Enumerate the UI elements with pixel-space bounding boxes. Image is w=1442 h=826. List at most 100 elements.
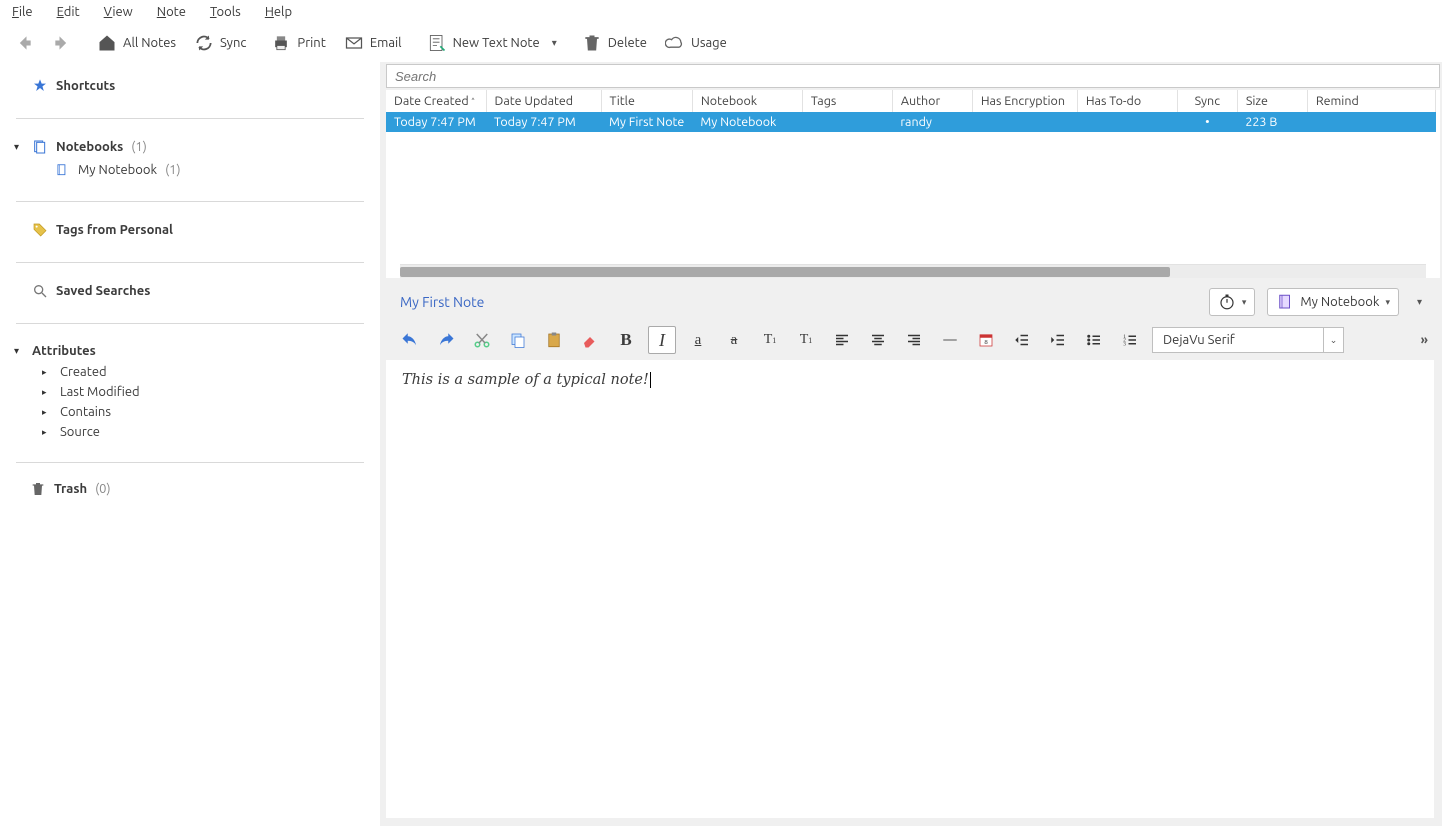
indent-decrease-button[interactable]: [1008, 326, 1036, 354]
new-text-note-button[interactable]: New Text Note ▾: [421, 30, 563, 56]
note-editor[interactable]: This is a sample of a typical note!: [386, 360, 1434, 818]
horizontal-scrollbar[interactable]: [400, 264, 1426, 278]
note-header-overflow[interactable]: ▾: [1411, 296, 1428, 308]
col-has-encryption[interactable]: Has Encryption: [972, 90, 1077, 112]
align-left-button[interactable]: [828, 326, 856, 354]
align-center-icon: [869, 331, 887, 349]
menu-tools[interactable]: Tools: [210, 5, 241, 19]
align-center-button[interactable]: [864, 326, 892, 354]
sidebar-tags-label: Tags from Personal: [56, 223, 173, 237]
cell-has-todo: [1077, 112, 1177, 132]
subscript-button[interactable]: T1: [792, 326, 820, 354]
menu-note[interactable]: Note: [157, 5, 186, 19]
col-has-todo[interactable]: Has To-do: [1077, 90, 1177, 112]
cell-author: randy: [892, 112, 972, 132]
editor-toolbar-overflow[interactable]: »: [1415, 333, 1432, 347]
col-sync[interactable]: Sync: [1177, 90, 1237, 112]
divider: [16, 323, 364, 324]
menu-view[interactable]: View: [104, 5, 133, 19]
sidebar-attributes[interactable]: ▾ Attributes: [14, 340, 360, 362]
sidebar-attr-created[interactable]: ▸ Created: [14, 362, 360, 382]
sidebar-attr-contains[interactable]: ▸ Contains: [14, 402, 360, 422]
nav-back-button[interactable]: [8, 30, 40, 56]
paste-button[interactable]: [540, 326, 568, 354]
email-label: Email: [370, 36, 402, 50]
align-right-icon: [905, 331, 923, 349]
erase-button[interactable]: [576, 326, 604, 354]
underline-button[interactable]: a: [684, 326, 712, 354]
menu-help[interactable]: Help: [265, 5, 292, 19]
sidebar-trash-label: Trash: [54, 482, 87, 496]
outdent-icon: [1013, 331, 1031, 349]
copy-button[interactable]: [504, 326, 532, 354]
sidebar-notebooks-count: (1): [131, 140, 147, 154]
note-title[interactable]: My First Note: [400, 294, 1197, 310]
superscript-button[interactable]: T1: [756, 326, 784, 354]
sidebar-attr-last-modified[interactable]: ▸ Last Modified: [14, 382, 360, 402]
home-icon: [97, 33, 117, 53]
indent-icon: [1049, 331, 1067, 349]
note-list: Date Created˄ Date Updated Title Noteboo…: [386, 90, 1440, 278]
search-box[interactable]: [386, 64, 1440, 88]
sidebar-tags-personal[interactable]: Tags from Personal: [14, 218, 360, 242]
chevron-down-icon[interactable]: ⌄: [1323, 328, 1343, 352]
nav-forward-button[interactable]: [46, 30, 78, 56]
sidebar-trash-count: (0): [95, 482, 111, 496]
col-date-updated[interactable]: Date Updated: [486, 90, 601, 112]
col-date-created[interactable]: Date Created˄: [386, 90, 486, 112]
insert-date-button[interactable]: 8: [972, 326, 1000, 354]
col-notebook[interactable]: Notebook: [692, 90, 802, 112]
sidebar-saved-searches-label: Saved Searches: [56, 284, 150, 298]
cell-notebook: My Notebook: [692, 112, 802, 132]
cut-button[interactable]: [468, 326, 496, 354]
col-reminder[interactable]: Remind: [1307, 90, 1435, 112]
notebook-selector[interactable]: My Notebook ▾: [1267, 288, 1399, 316]
editor-toolbar: B I a a T1 T1 8 123 DejaVu Serif ⌄ »: [386, 322, 1442, 360]
scissors-icon: [473, 331, 491, 349]
sidebar-attributes-label: Attributes: [32, 344, 96, 358]
reminder-button[interactable]: ▾: [1209, 288, 1256, 316]
cell-reminder: [1307, 112, 1435, 132]
sidebar-item-my-notebook[interactable]: My Notebook (1): [14, 159, 360, 181]
undo-button[interactable]: [396, 326, 424, 354]
col-author[interactable]: Author: [892, 90, 972, 112]
font-family-select[interactable]: DejaVu Serif ⌄: [1152, 327, 1344, 353]
menu-file[interactable]: File: [12, 5, 33, 19]
email-button[interactable]: Email: [338, 30, 408, 56]
sync-button[interactable]: Sync: [188, 30, 252, 56]
redo-icon: [437, 331, 455, 349]
sidebar-shortcuts[interactable]: Shortcuts: [14, 74, 360, 98]
new-text-note-label: New Text Note: [453, 36, 540, 50]
usage-button[interactable]: Usage: [659, 30, 733, 56]
scrollbar-thumb[interactable]: [400, 267, 1170, 277]
bullet-list-button[interactable]: [1080, 326, 1108, 354]
cell-has-encryption: [972, 112, 1077, 132]
menu-edit[interactable]: Edit: [57, 5, 80, 19]
delete-button[interactable]: Delete: [576, 30, 653, 56]
sidebar-attr-source[interactable]: ▸ Source: [14, 422, 360, 442]
italic-button[interactable]: I: [648, 326, 676, 354]
indent-increase-button[interactable]: [1044, 326, 1072, 354]
search-input[interactable]: [395, 69, 1431, 84]
col-size[interactable]: Size: [1237, 90, 1307, 112]
print-button[interactable]: Print: [265, 30, 331, 56]
redo-button[interactable]: [432, 326, 460, 354]
sidebar-saved-searches[interactable]: Saved Searches: [14, 279, 360, 303]
numbered-list-button[interactable]: 123: [1116, 326, 1144, 354]
sidebar-item-label: Created: [60, 365, 107, 379]
sidebar-notebooks[interactable]: ▾ Notebooks (1): [14, 135, 360, 159]
sidebar-trash[interactable]: Trash (0): [0, 473, 380, 505]
sidebar-item-label: Source: [60, 425, 100, 439]
bold-button[interactable]: B: [612, 326, 640, 354]
chevron-down-icon[interactable]: ▾: [552, 37, 557, 49]
col-title[interactable]: Title: [601, 90, 692, 112]
notebook-stack-icon: [32, 139, 48, 155]
align-right-button[interactable]: [900, 326, 928, 354]
col-tags[interactable]: Tags: [802, 90, 892, 112]
table-row[interactable]: Today 7:47 PM Today 7:47 PM My First Not…: [386, 112, 1436, 132]
sync-icon: [194, 33, 214, 53]
strikethrough-button[interactable]: a: [720, 326, 748, 354]
all-notes-button[interactable]: All Notes: [91, 30, 182, 56]
divider: [16, 262, 364, 263]
horizontal-rule-button[interactable]: [936, 326, 964, 354]
